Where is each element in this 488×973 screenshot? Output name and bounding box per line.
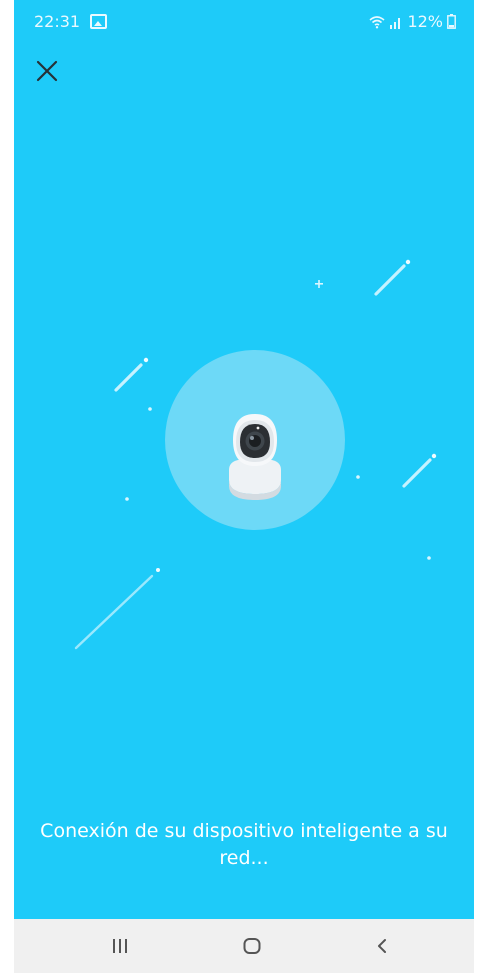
battery-icon — [447, 14, 456, 29]
recent-apps-button[interactable] — [100, 931, 140, 961]
wifi-icon — [369, 15, 385, 28]
app-screen: 22:31 12% Conexión de su dispositivo int… — [14, 0, 474, 973]
signal-icon — [390, 17, 401, 29]
gallery-icon — [90, 14, 107, 29]
back-icon — [378, 939, 386, 953]
recent-apps-icon — [113, 939, 127, 953]
security-camera-icon — [229, 414, 281, 500]
back-button[interactable] — [362, 931, 402, 961]
connection-status-message: Conexión de su dispositivo inteligente a… — [40, 820, 448, 869]
home-button[interactable] — [232, 931, 272, 961]
navigation-bar — [14, 919, 474, 973]
status-time: 22:31 — [34, 12, 81, 31]
close-button[interactable] — [34, 58, 60, 84]
sparkle-decoration — [125, 280, 431, 560]
camera-backdrop-circle — [165, 350, 345, 530]
home-icon — [243, 938, 261, 954]
status-bar: 22:31 12% — [14, 0, 474, 40]
streak-decoration — [74, 264, 432, 650]
status-icons: 12% — [369, 12, 456, 31]
battery-percentage: 12% — [407, 12, 443, 31]
close-icon — [36, 60, 58, 82]
